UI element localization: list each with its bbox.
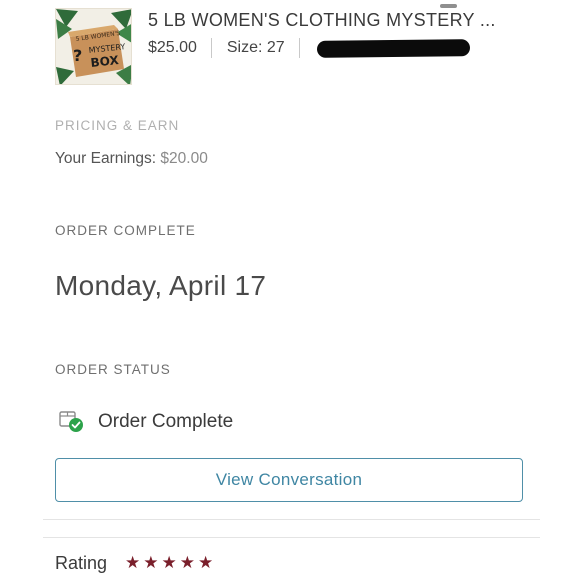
package-check-icon <box>59 411 83 432</box>
product-title[interactable]: 5 LB WOMEN'S CLOTHING MYSTERY ... <box>148 10 578 31</box>
product-meta: $25.00 Size: 27 <box>148 38 470 58</box>
order-status-text: Order Complete <box>98 411 234 432</box>
product-price: $25.00 <box>148 39 197 57</box>
rating-label: Rating <box>55 553 108 573</box>
order-status-label: ORDER STATUS <box>55 362 171 377</box>
mystery-box-image: 5 LB WOMEN'S ? MYSTERY BOX <box>56 9 131 84</box>
earnings-label: Your Earnings: <box>55 150 157 167</box>
divider <box>43 537 540 538</box>
product-thumbnail[interactable]: 5 LB WOMEN'S ? MYSTERY BOX <box>55 8 132 85</box>
product-size: Size: 27 <box>226 39 285 57</box>
earnings-value: $20.00 <box>160 150 208 167</box>
view-conversation-button[interactable]: View Conversation <box>55 458 523 502</box>
product-summary[interactable]: 5 LB WOMEN'S ? MYSTERY BOX 5 LB WOMEN'S … <box>55 8 580 86</box>
earnings-row: Your Earnings: $20.00 <box>55 150 208 168</box>
pricing-section-label: PRICING & EARN <box>55 118 180 133</box>
star-icon: ★ <box>125 553 141 572</box>
divider <box>43 519 540 520</box>
box-question-mark: ? <box>73 46 82 65</box>
star-icon: ★ <box>179 553 195 572</box>
rating-stars: ★ ★ ★ ★ ★ <box>125 553 216 573</box>
order-complete-date: Monday, April 17 <box>55 270 267 301</box>
meta-divider <box>299 38 301 58</box>
redaction-mark <box>316 38 470 58</box>
order-complete-label: ORDER COMPLETE <box>55 223 196 238</box>
meta-divider <box>211 38 213 58</box>
star-icon: ★ <box>143 553 159 572</box>
star-icon: ★ <box>198 553 214 572</box>
star-icon: ★ <box>161 553 177 572</box>
